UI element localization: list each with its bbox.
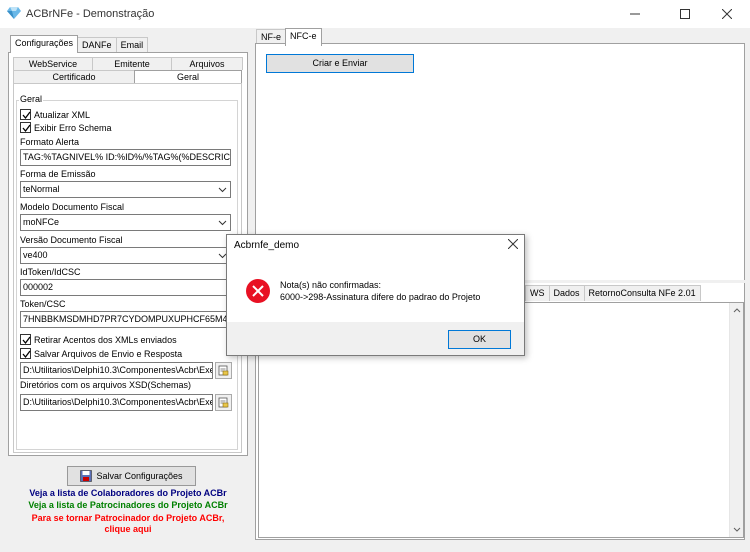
tab-email[interactable]: Email	[115, 37, 149, 53]
link-tornar-patrocinador[interactable]: Para se tornar Patrocinador do Projeto A…	[4, 513, 252, 535]
versao-doc-label: Versão Documento Fiscal	[20, 235, 123, 245]
dialog-message-line1: Nota(s) não confirmadas:	[280, 280, 382, 290]
title-bar: ACBrNFe - Demonstração	[0, 0, 750, 28]
diamond-app-icon	[7, 7, 21, 19]
link-tornar-line2: clique aqui	[104, 524, 152, 534]
minimize-button[interactable]	[612, 0, 658, 28]
folder-icon	[218, 397, 229, 408]
tab-retorno-consulta[interactable]: RetornoConsulta NFe 2.01	[583, 285, 701, 301]
tab-configuracoes[interactable]: Configurações	[10, 35, 79, 53]
tab-danfe[interactable]: DANFe	[77, 37, 117, 53]
scroll-up-icon[interactable]	[733, 307, 741, 313]
group-title: Geral	[19, 94, 44, 104]
idtoken-input[interactable]: 000002	[20, 279, 231, 296]
token-input[interactable]: 7HNBBKMSDMHD7PR7CYDOMPUXUPHCF65M4	[20, 311, 231, 328]
modelo-doc-label: Modelo Documento Fiscal	[20, 202, 125, 212]
close-button[interactable]	[704, 0, 750, 28]
forma-emissao-select[interactable]: teNormal	[20, 181, 231, 198]
tab-ws[interactable]: WS	[525, 285, 550, 301]
chevron-down-icon	[218, 220, 227, 226]
token-label: Token/CSC	[20, 299, 66, 309]
subtabs-row1: WebService Emitente Arquivos	[13, 57, 243, 70]
browse-arquivos-button[interactable]	[215, 362, 232, 379]
tab-nfe[interactable]: NF-e	[256, 29, 286, 44]
dir-xsd-input[interactable]: D:\Utilitarios\Delphi10.3\Componentes\Ac…	[20, 394, 213, 411]
ok-button[interactable]: OK	[448, 330, 511, 349]
idtoken-label: IdToken/IdCSC	[20, 267, 81, 277]
checkbox-checked-icon	[20, 334, 31, 345]
save-config-button[interactable]: Salvar Configurações	[67, 466, 196, 486]
error-dialog: Acbrnfe_demo Nota(s) não confirmadas: 60…	[226, 234, 525, 356]
atualizar-xml-label: Atualizar XML	[34, 109, 91, 120]
exibir-erro-checkbox[interactable]: Exibir Erro Schema	[20, 122, 112, 133]
retirar-acentos-checkbox[interactable]: Retirar Acentos dos XMLs enviados	[20, 334, 177, 345]
subtab-certificado[interactable]: Certificado	[13, 70, 135, 83]
checkbox-checked-icon	[20, 109, 31, 120]
error-icon	[246, 279, 270, 303]
retirar-acentos-label: Retirar Acentos dos XMLs enviados	[34, 334, 177, 345]
forma-emissao-value: teNormal	[23, 184, 60, 194]
exibir-erro-label: Exibir Erro Schema	[34, 122, 112, 133]
versao-doc-value: ve400	[23, 250, 48, 260]
formato-alerta-input[interactable]: TAG:%TAGNIVEL% ID:%ID%/%TAG%(%DESCRICAO%…	[20, 149, 231, 166]
dialog-message-line2: 6000->298-Assinatura difere do padrao do…	[280, 292, 481, 302]
subtab-geral[interactable]: Geral	[134, 70, 242, 83]
client-area: Configurações DANFe Email WebService Emi…	[0, 28, 750, 552]
maximize-icon	[680, 9, 690, 19]
chevron-down-icon	[218, 187, 227, 193]
dir-xsd-label: Diretórios com os arquivos XSD(Schemas)	[20, 380, 192, 390]
subtab-webservice[interactable]: WebService	[13, 57, 93, 70]
link-tornar-line1: Para se tornar Patrocinador do Projeto A…	[31, 513, 225, 523]
window-title: ACBrNFe - Demonstração	[26, 8, 155, 20]
scroll-down-icon[interactable]	[733, 527, 741, 533]
versao-doc-select[interactable]: ve400	[20, 247, 231, 264]
forma-emissao-label: Forma de Emissão	[20, 169, 96, 179]
modelo-doc-select[interactable]: moNFCe	[20, 214, 231, 231]
maximize-button[interactable]	[662, 0, 708, 28]
save-icon	[80, 470, 93, 482]
link-colaboradores[interactable]: Veja a lista de Colaboradores do Projeto…	[4, 488, 252, 499]
close-icon	[722, 9, 732, 19]
link-patrocinadores[interactable]: Veja a lista de Patrocinadores do Projet…	[4, 500, 252, 511]
checkbox-checked-icon	[20, 348, 31, 359]
left-tabs: Configurações DANFe Email	[10, 35, 149, 53]
minimize-icon	[630, 13, 640, 15]
salvar-arquivos-label: Salvar Arquivos de Envio e Resposta	[34, 348, 183, 359]
path-arquivos-input[interactable]: D:\Utilitarios\Delphi10.3\Componentes\Ac…	[20, 362, 213, 379]
salvar-arquivos-checkbox[interactable]: Salvar Arquivos de Envio e Resposta	[20, 348, 182, 359]
tab-dados[interactable]: Dados	[548, 285, 585, 301]
subtab-emitente[interactable]: Emitente	[92, 57, 172, 70]
criar-enviar-button[interactable]: Criar e Enviar	[266, 54, 414, 73]
dialog-footer: OK	[227, 322, 524, 355]
tab-nfce[interactable]: NFC-e	[285, 28, 322, 46]
modelo-doc-value: moNFCe	[23, 217, 60, 227]
lower-tabs: WS Dados RetornoConsulta NFe 2.01	[525, 285, 701, 301]
checkbox-checked-icon	[20, 122, 31, 133]
subtabs-row2: Certificado Geral	[13, 70, 242, 83]
dialog-title: Acbrnfe_demo	[234, 240, 300, 251]
subtab-arquivos[interactable]: Arquivos	[171, 57, 243, 70]
browse-xsd-button[interactable]	[215, 394, 232, 411]
vertical-scrollbar[interactable]	[729, 303, 743, 537]
save-config-label: Salvar Configurações	[96, 471, 183, 481]
formato-alerta-label: Formato Alerta	[20, 137, 80, 147]
close-icon[interactable]	[508, 239, 518, 249]
folder-icon	[218, 365, 229, 376]
atualizar-xml-checkbox[interactable]: Atualizar XML	[20, 109, 90, 120]
